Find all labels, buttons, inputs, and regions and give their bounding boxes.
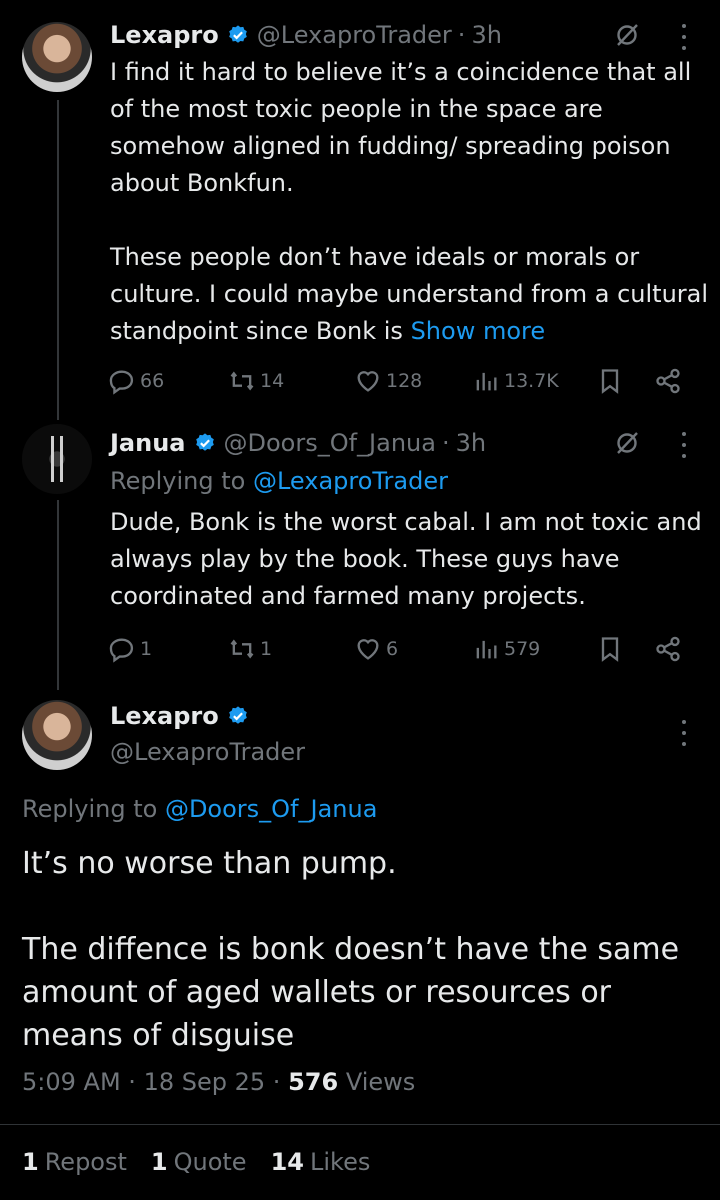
separator-dot: · [272, 1068, 281, 1096]
more-options-icon[interactable] [680, 720, 688, 746]
reply-button[interactable]: 1 [108, 634, 152, 664]
verified-badge-icon [228, 706, 247, 724]
main-tweet-text: It’s no worse than pump. The diffence is… [22, 846, 680, 1053]
avatar[interactable] [22, 424, 92, 494]
engagement-stats: 1 Repost 1 Quote 14 Likes [22, 1148, 370, 1176]
likes-stat[interactable]: 14 Likes [271, 1148, 371, 1176]
heart-icon [357, 639, 379, 660]
tweet-text: I find it hard to believe it’s a coincid… [110, 54, 710, 350]
repost-button[interactable]: 1 [228, 634, 272, 664]
replying-to-mention[interactable]: @Doors_Of_Janua [165, 795, 377, 823]
bookmark-icon[interactable] [596, 367, 624, 395]
views-label: Views [345, 1068, 416, 1096]
replying-to-label: Replying to [110, 467, 246, 495]
replying-to: Replying to @LexaproTrader [110, 464, 448, 498]
heart-icon [357, 371, 379, 392]
reposts-label: Repost [44, 1148, 127, 1176]
like-count: 128 [386, 370, 423, 392]
repost-count: 14 [260, 370, 285, 392]
like-button[interactable]: 128 [354, 366, 422, 396]
reposts-count: 1 [22, 1148, 39, 1176]
replying-to-label: Replying to [22, 795, 158, 823]
reply-button[interactable]: 66 [108, 366, 164, 396]
thread-line [57, 100, 59, 420]
verified-badge-icon [228, 25, 247, 43]
likes-label: Likes [309, 1148, 371, 1176]
tweet-header: Janua @Doors_Of_Janua · 3h [110, 426, 486, 460]
like-count: 6 [386, 638, 399, 660]
views-count: 576 [288, 1068, 339, 1096]
handle[interactable]: @LexaproTrader [257, 21, 452, 49]
quotes-count: 1 [150, 1148, 168, 1176]
tweet-text: Dude, Bonk is the worst cabal. I am not … [110, 508, 710, 610]
handle[interactable]: @Doors_Of_Janua [224, 429, 436, 457]
separator-dot: · [441, 429, 450, 457]
post-date[interactable]: 18 Sep 25 [144, 1068, 266, 1096]
divider [0, 1124, 720, 1125]
repost-button[interactable]: 14 [228, 366, 284, 396]
display-name[interactable]: Lexapro [110, 702, 219, 730]
tweet-header: Lexapro @LexaproTrader · 3h [110, 18, 502, 52]
likes-count: 14 [270, 1148, 304, 1176]
views-button[interactable]: 13.7K [472, 366, 559, 396]
verified-badge-icon [195, 433, 214, 451]
separator-dot: · [128, 1068, 136, 1096]
share-icon[interactable] [654, 367, 682, 395]
quotes-label: Quote [173, 1148, 247, 1176]
separator-dot: · [457, 21, 466, 49]
avatar[interactable] [22, 700, 92, 770]
reply-count: 1 [140, 638, 153, 660]
reply-count: 66 [140, 370, 165, 392]
views-count: 579 [504, 638, 541, 660]
tweet-meta: 5:09 AM · 18 Sep 25 · 576 Views [22, 1068, 415, 1096]
main-display-name-row: Lexapro [110, 702, 257, 730]
timestamp[interactable]: 3h [471, 21, 501, 49]
thread-line [57, 500, 59, 690]
handle[interactable]: @LexaproTrader [110, 738, 305, 766]
display-name[interactable]: Lexapro [110, 21, 219, 49]
reply-icon [109, 638, 134, 663]
bookmark-icon[interactable] [596, 635, 624, 663]
avatar[interactable] [22, 22, 92, 92]
repost-icon [230, 639, 254, 659]
reply-icon [109, 370, 134, 395]
share-icon[interactable] [654, 635, 682, 663]
post-time[interactable]: 5:09 AM [22, 1068, 121, 1096]
repost-icon [230, 371, 254, 391]
views-icon [476, 372, 497, 391]
replying-to: Replying to @Doors_Of_Janua [22, 792, 377, 826]
replying-to-mention[interactable]: @LexaproTrader [253, 467, 448, 495]
views-count: 13.7K [504, 370, 559, 392]
more-options-icon[interactable] [680, 432, 688, 458]
timestamp[interactable]: 3h [456, 429, 486, 457]
quotes-stat[interactable]: 1 Quote [151, 1148, 247, 1176]
grok-icon[interactable] [614, 430, 640, 456]
show-more-link[interactable]: Show more [411, 317, 546, 345]
like-button[interactable]: 6 [354, 634, 398, 664]
repost-count: 1 [260, 638, 273, 660]
views-icon [476, 640, 497, 659]
display-name[interactable]: Janua [110, 429, 186, 457]
grok-icon[interactable] [614, 22, 640, 48]
tweet-body: I find it hard to believe it’s a coincid… [110, 58, 709, 345]
views-button[interactable]: 579 [472, 634, 540, 664]
reposts-stat[interactable]: 1 Repost [22, 1148, 127, 1176]
more-options-icon[interactable] [680, 24, 688, 50]
